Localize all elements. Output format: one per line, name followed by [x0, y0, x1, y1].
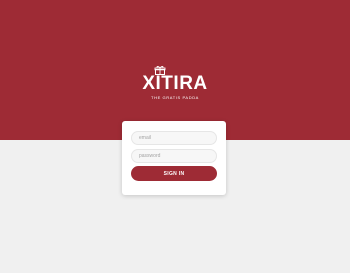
header-band	[0, 0, 350, 140]
gift-icon	[154, 66, 166, 75]
brand-logo-mark: XITIRA	[142, 66, 208, 94]
password-field[interactable]	[131, 149, 217, 163]
brand-tagline: THE GRATIS PADDA	[151, 95, 199, 100]
email-field[interactable]	[131, 131, 217, 145]
login-page: XITIRA THE GRATIS PADDA SIGN IN	[0, 0, 350, 273]
login-card: SIGN IN	[122, 121, 226, 195]
sign-in-button[interactable]: SIGN IN	[131, 166, 217, 181]
brand-logo: XITIRA THE GRATIS PADDA	[0, 66, 350, 100]
brand-name: XITIRA	[142, 73, 208, 94]
